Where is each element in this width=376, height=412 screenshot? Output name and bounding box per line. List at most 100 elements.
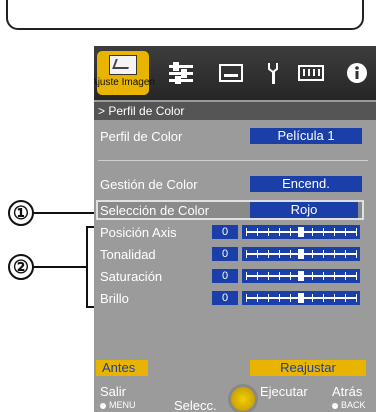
slider-row[interactable]: Tonalidad 0 (94, 244, 364, 264)
slider-track[interactable] (242, 291, 360, 305)
seleccion-de-color-label: Selección de Color (100, 203, 210, 218)
slider-value: 0 (212, 269, 238, 283)
gestion-de-color-label: Gestión de Color (100, 177, 198, 192)
back-key-label: BACK (341, 400, 366, 410)
slider-tick (356, 272, 357, 280)
slider-tick (246, 294, 247, 302)
tab-settings[interactable] (164, 56, 198, 90)
slider-row[interactable]: Brillo 0 (94, 288, 364, 308)
atras-label: Atrás (332, 384, 363, 399)
keyboard-icon (298, 65, 324, 81)
display-icon (219, 64, 243, 82)
tab-ajuste-imagen-label: Ajuste Imagen (94, 77, 155, 88)
selecc-label: Selecc. (174, 398, 217, 412)
slider-tick (290, 272, 291, 280)
slider-tick (334, 228, 335, 236)
slider-tick (279, 250, 280, 258)
perfil-de-color-value: Película 1 (250, 128, 362, 144)
antes-button[interactable]: Antes (96, 360, 148, 376)
reajustar-button[interactable]: Reajustar (250, 360, 366, 376)
slider-value: 0 (212, 291, 238, 305)
divider (98, 160, 368, 161)
callout-2-brace (86, 226, 94, 308)
slider-tick (345, 294, 346, 302)
wrench-icon (268, 63, 278, 84)
callout-1: ① (8, 200, 34, 226)
slider-label: Posición Axis (100, 225, 177, 240)
picture-icon (109, 55, 137, 75)
ejecutar-label: Ejecutar (260, 384, 308, 399)
slider-track[interactable] (242, 269, 360, 283)
menu-key: MENU (100, 400, 136, 410)
slider-tick (268, 228, 269, 236)
menu-row-perfil-de-color[interactable]: Perfil de Color Película 1 (94, 126, 364, 146)
tab-info[interactable] (340, 56, 374, 90)
slider-tick (345, 228, 346, 236)
slider-tick (323, 228, 324, 236)
slider-knob[interactable] (298, 293, 304, 303)
slider-tick (290, 250, 291, 258)
back-dot-icon (332, 402, 338, 409)
slider-value: 0 (212, 247, 238, 261)
osd-menu-panel: Ajuste Imagen > Perfil de Color Perfil d… (94, 46, 376, 412)
menu-key-label: MENU (109, 400, 136, 410)
slider-tick (279, 228, 280, 236)
slider-tick (356, 228, 357, 236)
tab-functions[interactable] (294, 56, 328, 90)
info-icon (347, 63, 367, 83)
salir-label: Salir (100, 384, 127, 399)
slider-label: Saturación (100, 269, 163, 284)
slider-tick (312, 272, 313, 280)
slider-tick (334, 272, 335, 280)
slider-row[interactable]: Saturación 0 (94, 266, 364, 286)
slider-tick (334, 250, 335, 258)
slider-tick (257, 228, 258, 236)
slider-tick (257, 294, 258, 302)
top-frame (6, 0, 364, 30)
slider-knob[interactable] (298, 249, 304, 259)
menu-icon-bar: Ajuste Imagen (94, 46, 376, 100)
tab-ajuste-imagen[interactable]: Ajuste Imagen (94, 51, 155, 95)
slider-tick (290, 294, 291, 302)
callout-2: ② (8, 254, 34, 280)
slider-tick (257, 250, 258, 258)
slider-knob[interactable] (298, 271, 304, 281)
slider-tick (312, 250, 313, 258)
callout-1-leader (34, 212, 96, 214)
back-key: BACK (332, 400, 366, 410)
slider-tick (345, 250, 346, 258)
slider-track[interactable] (242, 225, 360, 239)
slider-tick (246, 272, 247, 280)
slider-tick (356, 250, 357, 258)
slider-tick (323, 250, 324, 258)
slider-tick (290, 228, 291, 236)
slider-tick (323, 294, 324, 302)
slider-label: Brillo (100, 291, 129, 306)
gestion-de-color-value: Encend. (250, 176, 362, 192)
callout-2-leader (34, 266, 86, 268)
slider-tick (356, 294, 357, 302)
slider-tick (334, 294, 335, 302)
slider-tick (268, 294, 269, 302)
slider-value: 0 (212, 225, 238, 239)
direction-pad-icon[interactable] (228, 384, 258, 412)
slider-knob[interactable] (298, 227, 304, 237)
menu-row-gestion-de-color[interactable]: Gestión de Color Encend. (94, 174, 364, 194)
slider-tick (257, 272, 258, 280)
slider-tick (345, 272, 346, 280)
slider-track[interactable] (242, 247, 360, 261)
slider-row[interactable]: Posición Axis 0 (94, 222, 364, 242)
tab-installation[interactable] (256, 56, 290, 90)
slider-tick (268, 250, 269, 258)
slider-tick (279, 294, 280, 302)
slider-settings-icon (169, 62, 193, 84)
slider-tick (323, 272, 324, 280)
breadcrumb: > Perfil de Color (94, 102, 376, 120)
slider-label: Tonalidad (100, 247, 156, 262)
slider-tick (268, 272, 269, 280)
menu-dot-icon (100, 402, 106, 409)
tab-display[interactable] (214, 56, 248, 90)
seleccion-de-color-value: Rojo (250, 202, 358, 218)
menu-row-seleccion-de-color[interactable]: Selección de Color Rojo (94, 200, 364, 220)
slider-tick (312, 228, 313, 236)
